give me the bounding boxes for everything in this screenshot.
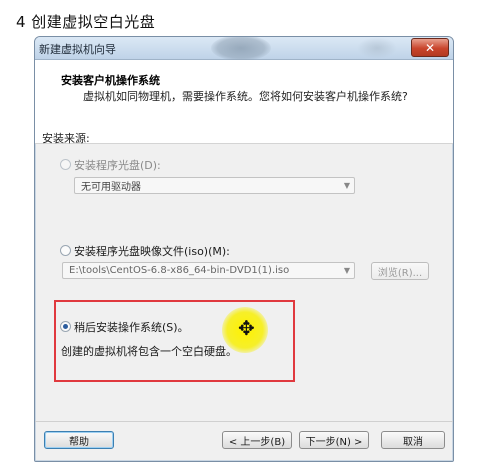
new-vm-wizard-window: 新建虚拟机向导 ✕ 安装客户机操作系统 虚拟机如同物理机，需要操作系统。您将如何… bbox=[34, 36, 454, 462]
browse-button[interactable]: 浏览(R)... bbox=[371, 262, 429, 280]
radio-install-iso[interactable] bbox=[60, 245, 71, 256]
iso-path-value: E:\tools\CentOS-6.8-x86_64-bin-DVD1(1).i… bbox=[69, 265, 290, 276]
page-description: 虚拟机如同物理机，需要操作系统。您将如何安装客户机操作系统? bbox=[83, 90, 408, 103]
cancel-button[interactable]: 取消 bbox=[381, 431, 445, 449]
page-title: 安装客户机操作系统 bbox=[61, 74, 160, 87]
window-title: 新建虚拟机向导 bbox=[39, 43, 116, 56]
wizard-header: 安装客户机操作系统 虚拟机如同物理机，需要操作系统。您将如何安装客户机操作系统? bbox=[35, 60, 453, 144]
step-heading: 4 创建虚拟空白光盘 bbox=[16, 13, 156, 31]
close-button[interactable]: ✕ bbox=[411, 38, 449, 57]
iso-path-select[interactable]: E:\tools\CentOS-6.8-x86_64-bin-DVD1(1).i… bbox=[62, 262, 355, 279]
disc-drive-select[interactable]: 无可用驱动器 ▼ bbox=[74, 177, 355, 194]
install-disc-label: 安装程序光盘(D): bbox=[74, 159, 161, 172]
help-button[interactable]: 帮助 bbox=[44, 431, 114, 449]
titlebar-logo-icon bbox=[211, 37, 271, 61]
next-button[interactable]: 下一步(N) > bbox=[299, 431, 369, 449]
chevron-down-icon: ▼ bbox=[343, 266, 350, 275]
move-cursor-icon: ✥ bbox=[238, 316, 255, 340]
install-source-label: 安装来源: bbox=[42, 132, 90, 145]
close-icon: ✕ bbox=[424, 40, 436, 55]
install-iso-label: 安装程序光盘映像文件(iso)(M): bbox=[74, 245, 230, 258]
titlebar-cloud-icon bbox=[357, 37, 397, 59]
disc-drive-value: 无可用驱动器 bbox=[81, 182, 141, 193]
radio-install-disc[interactable] bbox=[60, 159, 71, 170]
back-button[interactable]: < 上一步(B) bbox=[222, 431, 292, 449]
footer-divider bbox=[35, 421, 453, 422]
title-bar[interactable]: 新建虚拟机向导 ✕ bbox=[35, 37, 453, 61]
chevron-down-icon: ▼ bbox=[343, 181, 350, 190]
